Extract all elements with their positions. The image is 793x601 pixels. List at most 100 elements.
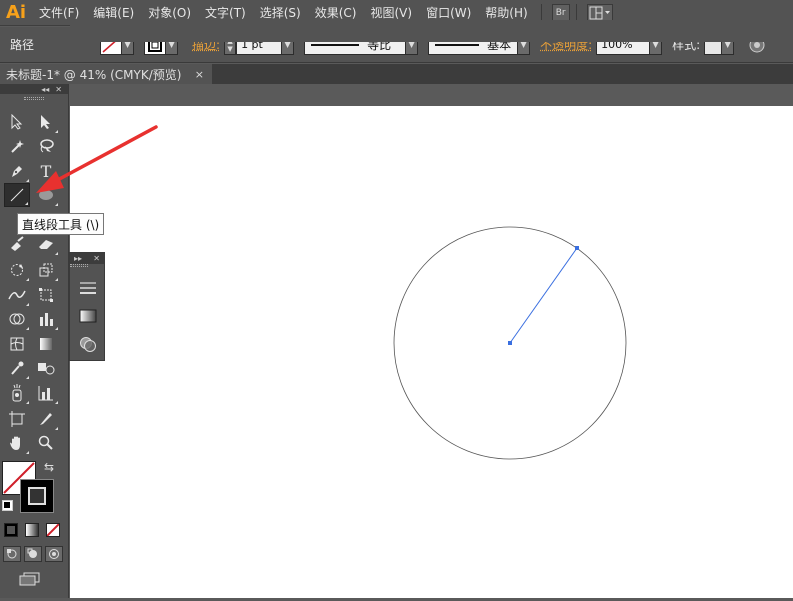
- draw-behind-icon: [27, 548, 37, 558]
- color-mode-button[interactable]: [4, 523, 18, 537]
- lasso-tool[interactable]: [33, 134, 59, 158]
- anchor-point-end[interactable]: [575, 246, 579, 250]
- app-logo: Ai: [5, 2, 27, 23]
- bridge-button[interactable]: Br: [551, 3, 570, 22]
- direct-selection-tool[interactable]: [33, 110, 59, 134]
- free-transform-tool[interactable]: [33, 283, 59, 307]
- expand-panel-icon[interactable]: ▸▸: [74, 254, 82, 263]
- arrange-documents-button[interactable]: [586, 3, 613, 22]
- pen-icon: [12, 166, 22, 177]
- slice-tool[interactable]: [33, 407, 59, 431]
- arrange-documents-icon: [589, 6, 610, 19]
- artboard-icon: [9, 411, 25, 427]
- menu-separator: [540, 3, 542, 22]
- document-tab-title: 未标题-1* @ 41% (CMYK/预览): [6, 67, 182, 82]
- screen-mode-button[interactable]: [18, 571, 42, 587]
- rotate-icon: [11, 264, 23, 276]
- panel-grip[interactable]: [70, 264, 104, 272]
- zoom-tool[interactable]: [33, 431, 59, 455]
- column-graph-icon: [38, 386, 53, 401]
- magic-wand-tool[interactable]: [4, 134, 30, 158]
- free-transform-icon: [39, 288, 53, 302]
- close-tab-icon[interactable]: ×: [195, 68, 204, 81]
- panel-grip[interactable]: [0, 94, 68, 102]
- tool-tooltip: 直线段工具 (\): [17, 213, 105, 235]
- hand-tool[interactable]: [4, 431, 30, 455]
- perspective-grid-icon: [40, 313, 53, 326]
- artboard-canvas[interactable]: [70, 106, 793, 598]
- object-type-label: 路径: [10, 38, 35, 52]
- stroke-color-box[interactable]: [20, 479, 54, 513]
- none-mode-icon: [46, 523, 60, 537]
- eraser-tool[interactable]: [33, 232, 59, 256]
- symbol-sprayer-icon: [12, 384, 22, 402]
- ellipse-icon: [39, 190, 53, 200]
- direct-selection-icon: [41, 115, 50, 129]
- scale-icon: [39, 263, 53, 277]
- column-graph-tool[interactable]: [33, 381, 59, 405]
- type-icon: T: [40, 161, 52, 181]
- scale-tool[interactable]: [33, 258, 59, 282]
- lasso-icon: [40, 139, 54, 153]
- floating-panel-dock: ▸▸ ✕: [69, 252, 105, 361]
- draw-normal-button[interactable]: [3, 546, 21, 562]
- stroke-panel-icon: [80, 282, 96, 294]
- mesh-icon: [10, 337, 24, 351]
- line-segment-tool[interactable]: [4, 183, 30, 207]
- rotate-tool[interactable]: [4, 258, 30, 282]
- hand-icon: [10, 436, 20, 450]
- draw-normal-icon: [7, 549, 17, 559]
- eyedropper-tool[interactable]: [4, 356, 30, 380]
- canvas-top-area: [70, 20, 793, 42]
- profile-line-preview: [311, 43, 360, 46]
- mesh-tool[interactable]: [4, 332, 30, 356]
- collapse-icon[interactable]: ◂◂: [41, 85, 49, 94]
- type-tool[interactable]: T: [33, 159, 59, 183]
- line-segment-path[interactable]: [509, 247, 578, 344]
- magic-wand-icon: [11, 140, 24, 153]
- paintbrush-tool[interactable]: [4, 232, 30, 256]
- blend-icon: [38, 363, 55, 375]
- slice-icon: [40, 413, 52, 425]
- screen-mode-icon: [19, 572, 40, 586]
- warp-tool[interactable]: [4, 283, 30, 307]
- default-colors-inner: [4, 502, 10, 508]
- floating-panel-header[interactable]: ▸▸ ✕: [70, 253, 104, 264]
- draw-behind-button[interactable]: [24, 546, 42, 562]
- width-icon: [8, 290, 26, 300]
- transparency-panel-icon: [80, 337, 96, 352]
- symbol-sprayer-tool[interactable]: [4, 307, 30, 331]
- gradient-panel-button[interactable]: [76, 305, 100, 327]
- color-mode-inner: [7, 526, 15, 534]
- pen-tool[interactable]: [4, 159, 30, 183]
- stroke-panel-button[interactable]: [76, 277, 100, 299]
- shaper-icon: [11, 236, 24, 251]
- symbol-tool[interactable]: [4, 381, 30, 405]
- transparency-panel-button[interactable]: [76, 333, 100, 355]
- draw-inside-icon: [49, 549, 59, 559]
- blend-tool[interactable]: [33, 356, 59, 380]
- close-panel-icon[interactable]: ✕: [93, 254, 100, 263]
- tools-panel-header[interactable]: ◂◂ ✕: [0, 84, 68, 94]
- gradient-panel-icon: [79, 309, 97, 323]
- selection-tool[interactable]: [4, 110, 30, 134]
- eraser-icon: [39, 240, 53, 249]
- graph-tool[interactable]: [33, 307, 59, 331]
- gradient-mode-button[interactable]: [25, 523, 39, 537]
- swap-colors-icon[interactable]: ⇆: [44, 460, 54, 474]
- brush-line-preview: [435, 43, 480, 46]
- document-tab[interactable]: 未标题-1* @ 41% (CMYK/预览) ×: [0, 64, 212, 84]
- selection-arrow-icon: [11, 114, 23, 130]
- ellipse-tool[interactable]: [33, 183, 59, 207]
- zoom-icon: [38, 435, 53, 450]
- stroke-inner-icon: [28, 487, 46, 505]
- default-colors-icon[interactable]: [2, 500, 13, 511]
- close-panel-icon[interactable]: ✕: [55, 85, 62, 94]
- shape-builder-icon: [9, 313, 25, 325]
- document-tab-bar: 未标题-1* @ 41% (CMYK/预览) ×: [0, 64, 793, 84]
- artboard-tool[interactable]: [4, 407, 30, 431]
- gradient-tool[interactable]: [33, 332, 59, 356]
- anchor-point-start[interactable]: [508, 341, 512, 345]
- draw-inside-button[interactable]: [45, 546, 63, 562]
- none-mode-button[interactable]: [46, 523, 60, 537]
